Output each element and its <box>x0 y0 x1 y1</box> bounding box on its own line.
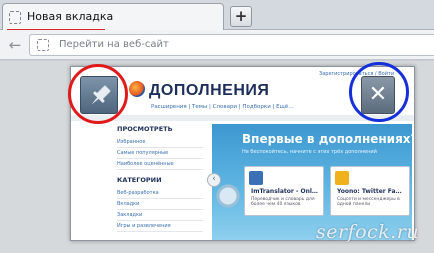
navigation-bar: ← Перейти на веб-сайт <box>0 30 434 60</box>
hero-subtitle: Не беспокойтесь, начните с этих трёх доп… <box>242 149 377 155</box>
new-tab-button[interactable]: + <box>230 6 252 27</box>
sidebar-link: Веб-разработка <box>117 188 203 199</box>
sidebar-link: Наиболее оценённые <box>117 159 203 170</box>
addon-card-title: Yoono: Twitter Fa… <box>337 188 402 195</box>
addon-icon <box>335 171 349 185</box>
tab-strip: Новая вкладка + <box>0 0 434 31</box>
thumb-subnav: Расширения | Темы | Словари | Подборки |… <box>151 104 294 110</box>
addon-card-desc: Соцсети и мессенджеры в одной панели <box>337 197 400 207</box>
hero-title: Впервые в дополнениях? <box>242 132 415 146</box>
addon-card-desc: Переводчик и словарь для более чем 40 яз… <box>251 197 315 207</box>
sidebar-link: Вкладки <box>117 199 203 210</box>
page-icon <box>9 11 21 24</box>
address-bar[interactable]: Перейти на веб-сайт <box>29 34 434 56</box>
browse-heading: ПРОСМОТРЕТЬ <box>117 125 173 133</box>
firefox-logo-icon <box>129 81 145 97</box>
addon-card: Yoono: Twitter Fa… Соцсети и мессенджеры… <box>330 166 410 216</box>
categories-heading: КАТЕГОРИИ <box>117 176 162 184</box>
tab-new-tab[interactable]: Новая вкладка <box>2 3 224 31</box>
sidebar-link: Игры и развлечения <box>117 221 203 232</box>
blue-highlight-circle <box>349 62 409 122</box>
addon-card: ImTranslator - Onl… Переводчик и словарь… <box>244 166 324 216</box>
thumb-sidebar: ПРОСМОТРЕТЬ Избранное Самые популярные Н… <box>117 125 203 232</box>
sidebar-link: Закладки <box>117 210 203 221</box>
sidebar-link: Избранное <box>117 137 203 148</box>
red-highlight-circle <box>68 64 128 124</box>
page-icon <box>37 39 49 51</box>
address-placeholder: Перейти на веб-сайт <box>59 39 169 50</box>
addon-card-title: ImTranslator - Onl… <box>251 188 318 195</box>
back-button[interactable]: ← <box>6 36 24 54</box>
watermark: serfock.ru <box>316 221 420 243</box>
addon-icon <box>249 171 263 185</box>
thumb-page-title: ДОПОЛНЕНИЯ <box>149 82 270 99</box>
sidebar-link: Самые популярные <box>117 148 203 159</box>
chevron-left-icon: ‹ <box>207 173 221 187</box>
tab-title: Новая вкладка <box>27 10 114 23</box>
